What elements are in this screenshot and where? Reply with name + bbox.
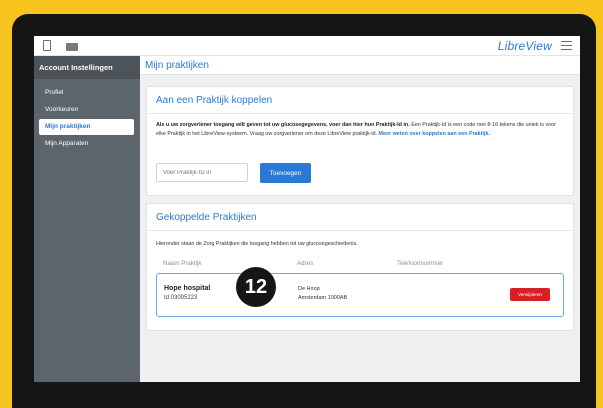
linked-practices-card: Gekoppelde Praktijken Hieronder staan de… bbox=[146, 203, 574, 331]
main-content: Mijn praktijken Aan een Praktijk koppele… bbox=[140, 56, 580, 382]
divider bbox=[147, 113, 573, 114]
device-icon[interactable] bbox=[43, 40, 51, 51]
practice-id: Id 03095223 bbox=[164, 295, 198, 301]
practice-name: Hope hospital bbox=[164, 285, 211, 292]
add-button[interactable]: Toevoegen bbox=[260, 163, 311, 183]
desc-bold: Als u uw zorgverlener toegang wilt geven… bbox=[156, 122, 410, 128]
divider bbox=[147, 230, 573, 231]
learn-more-link[interactable]: Meer weten over koppelen aan een Praktij… bbox=[379, 131, 490, 137]
column-header-name: Naam Praktijk bbox=[163, 260, 202, 267]
app-screen: LibreView Account Instellingen Profiel V… bbox=[34, 36, 580, 382]
brand-logo: LibreView bbox=[497, 39, 552, 53]
menu-icon[interactable] bbox=[561, 41, 572, 50]
link-practice-card: Aan een Praktijk koppelen Als u uw zorgv… bbox=[146, 86, 574, 196]
sidebar-item-profiel[interactable]: Profiel bbox=[39, 85, 134, 101]
sidebar-menu: Profiel Voorkeuren Mijn praktijken Mijn … bbox=[34, 79, 140, 152]
link-card-title: Aan een Praktijk koppelen bbox=[156, 95, 273, 106]
practice-city: Amsterdam 1000AB bbox=[298, 295, 348, 301]
sidebar: Account Instellingen Profiel Voorkeuren … bbox=[34, 56, 140, 382]
link-card-description: Als u uw zorgverlener toegang wilt geven… bbox=[156, 121, 566, 138]
folder-icon[interactable] bbox=[66, 43, 78, 51]
linked-card-title: Gekoppelde Praktijken bbox=[156, 212, 257, 223]
table-row: Hope hospital Id 03095223 De Hoop Amster… bbox=[156, 273, 564, 317]
linked-card-description: Hieronder staan de Zorg Praktijken die t… bbox=[156, 241, 358, 247]
sidebar-title: Account Instellingen bbox=[34, 56, 140, 79]
remove-button[interactable]: Verwijderen bbox=[510, 288, 550, 301]
practice-street: De Hoop bbox=[298, 286, 320, 292]
step-number-badge: 12 bbox=[236, 267, 276, 307]
page-title: Mijn praktijken bbox=[140, 56, 580, 75]
sidebar-item-mijn-apparaten[interactable]: Mijn Apparaten bbox=[39, 136, 134, 152]
practice-id-input[interactable] bbox=[156, 163, 248, 182]
sidebar-item-mijn-praktijken[interactable]: Mijn praktijken bbox=[39, 119, 134, 135]
sidebar-item-voorkeuren[interactable]: Voorkeuren bbox=[39, 102, 134, 118]
column-header-address: Adres bbox=[297, 260, 314, 267]
column-header-phone: Telefoonnummer bbox=[397, 260, 444, 267]
top-bar: LibreView bbox=[34, 36, 580, 56]
